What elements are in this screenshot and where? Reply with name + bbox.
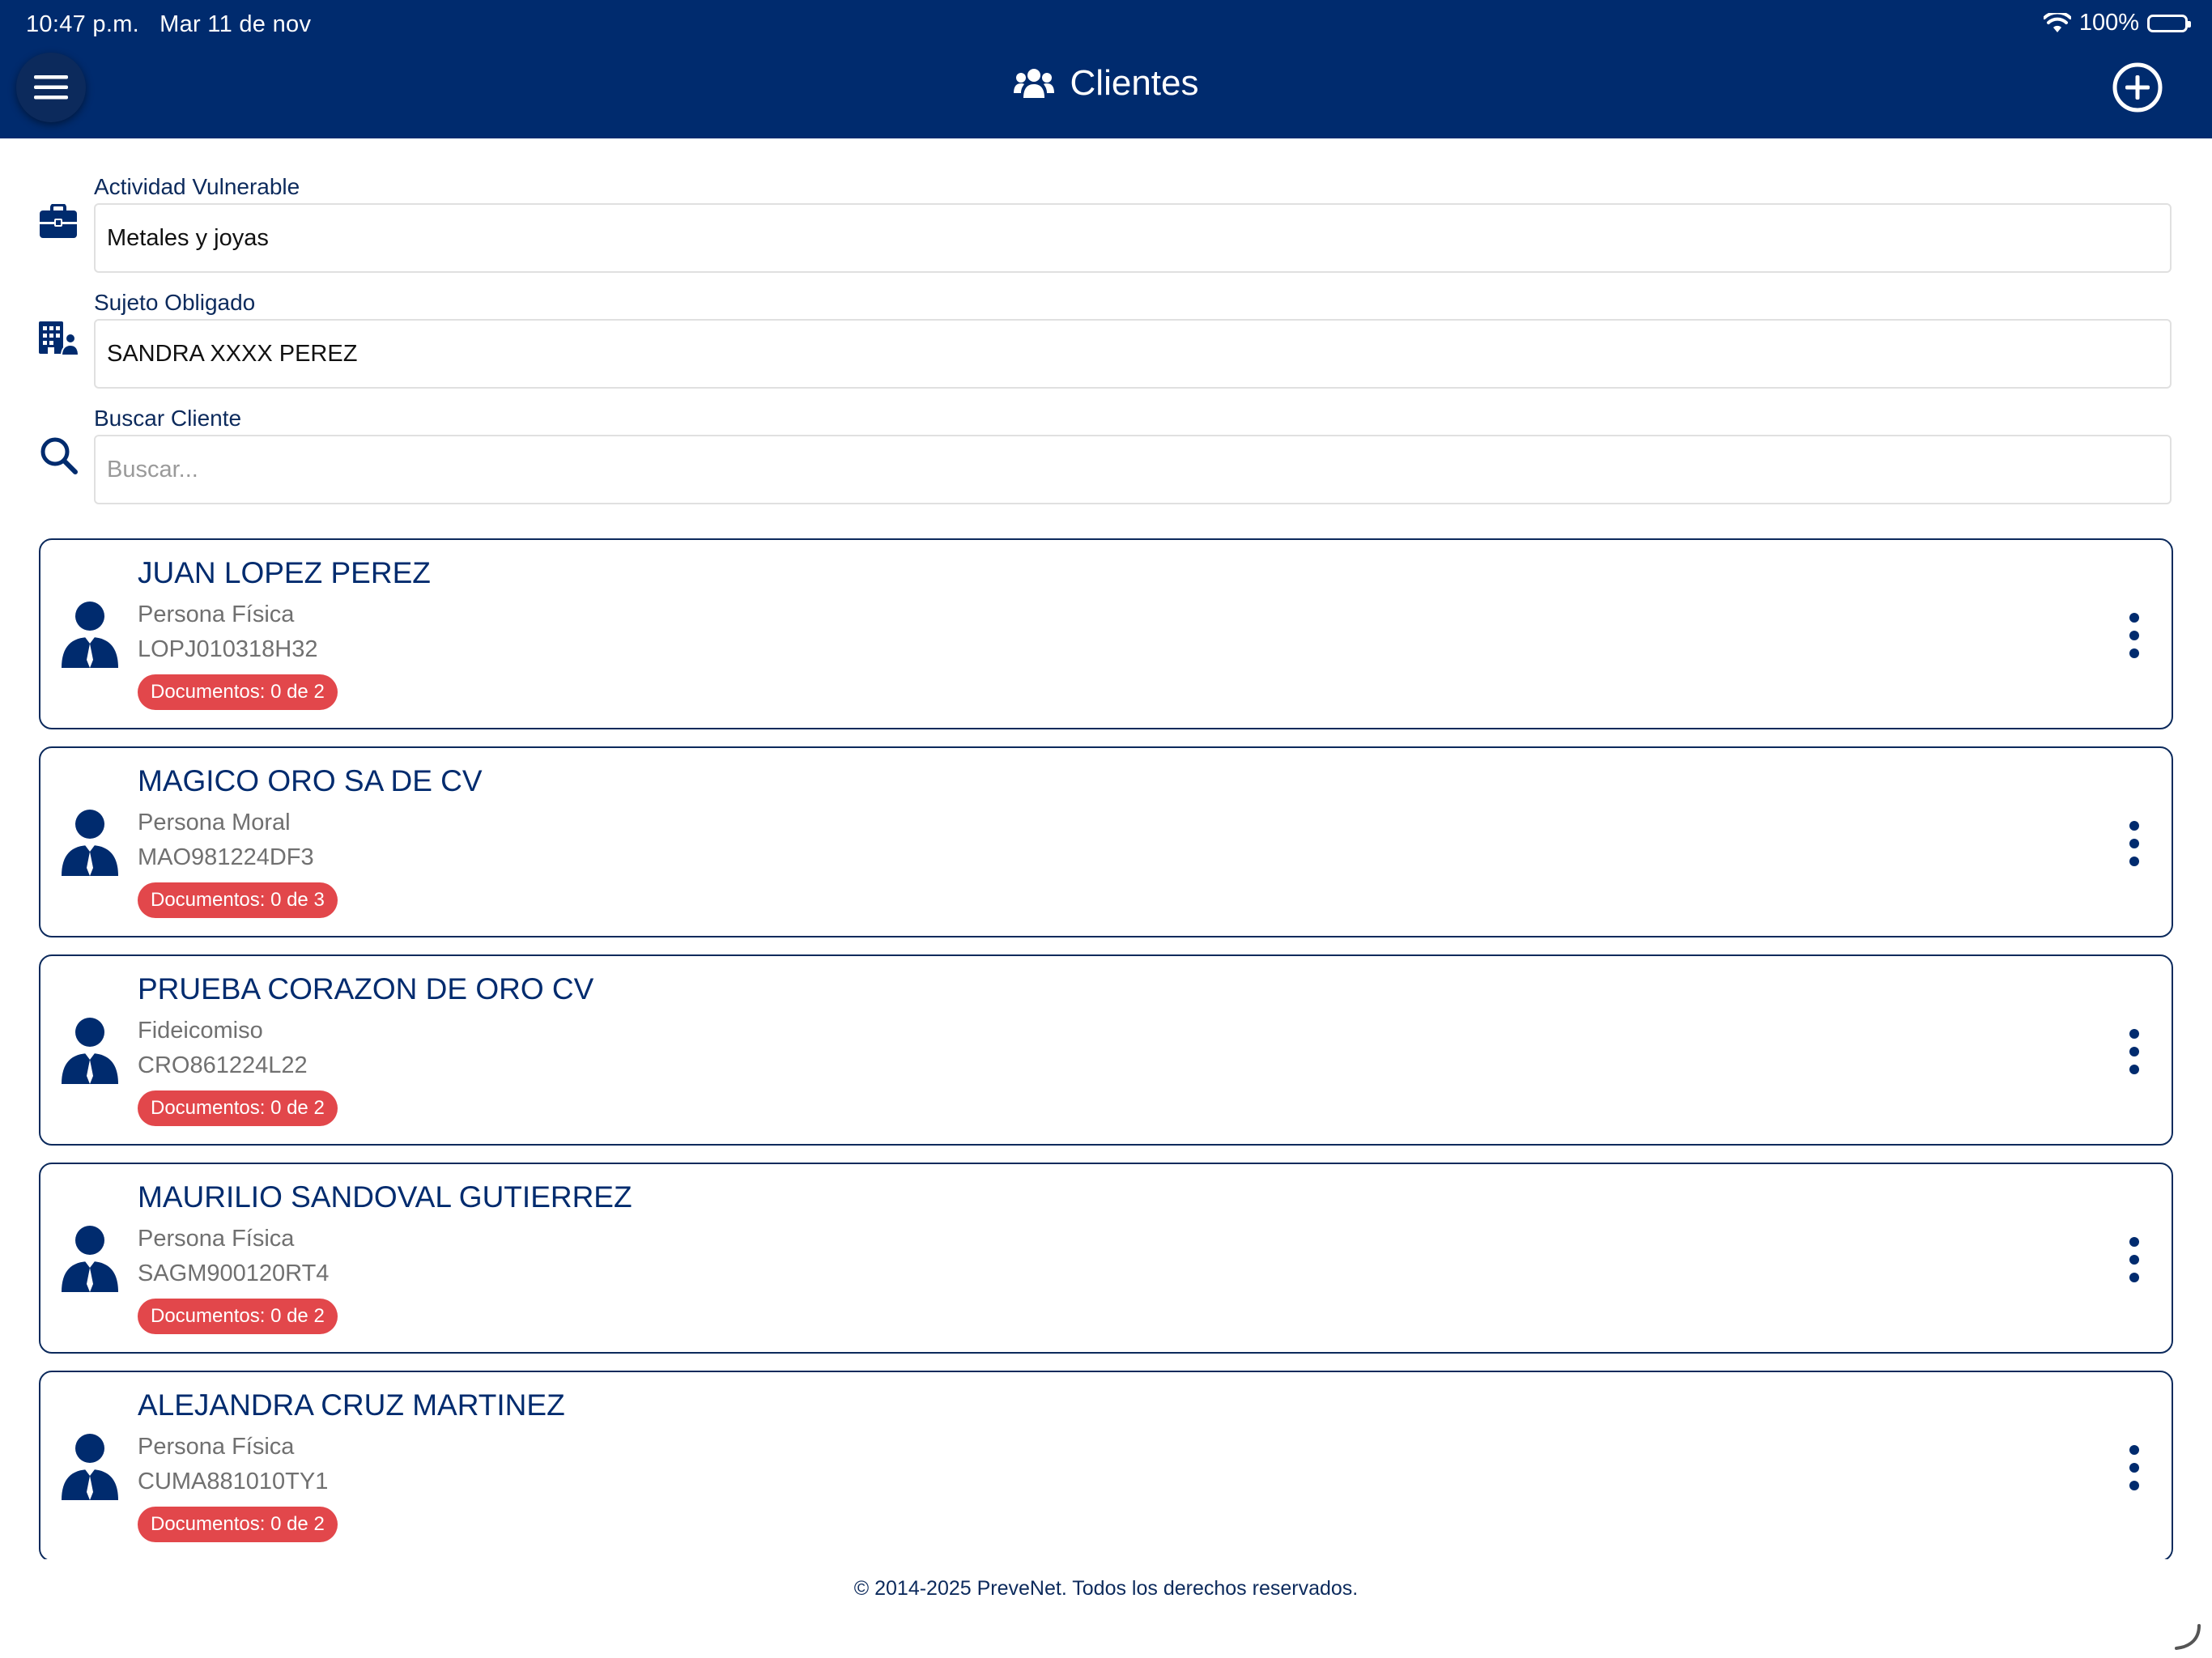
- client-rfc: CUMA881010TY1: [138, 1469, 329, 1494]
- business-person-icon: [62, 1226, 118, 1292]
- client-name: MAURILIO SANDOVAL GUTIERREZ: [138, 1180, 632, 1214]
- business-person-icon: [62, 602, 118, 668]
- client-card[interactable]: PRUEBA CORAZON DE ORO CV Fideicomiso CRO…: [39, 954, 2173, 1146]
- documents-badge: Documentos: 0 de 2: [138, 1507, 338, 1542]
- more-options-icon[interactable]: [2125, 1443, 2144, 1492]
- more-options-icon[interactable]: [2125, 1027, 2144, 1076]
- content-area: Actividad Vulnerable Sujeto Obligado Bus…: [0, 0, 2212, 1559]
- activity-field[interactable]: [94, 203, 2172, 273]
- client-rfc: CRO861224L22: [138, 1052, 308, 1078]
- client-card[interactable]: MAGICO ORO SA DE CV Persona Moral MAO981…: [39, 746, 2173, 937]
- activity-label: Actividad Vulnerable: [94, 174, 300, 199]
- subject-label: Sujeto Obligado: [94, 290, 256, 315]
- resize-grabber-icon: [2175, 1624, 2201, 1650]
- subject-field[interactable]: [94, 319, 2172, 389]
- client-type: Persona Física: [138, 602, 295, 627]
- client-card[interactable]: JUAN LOPEZ PEREZ Persona Física LOPJ0103…: [39, 538, 2173, 729]
- more-options-icon[interactable]: [2125, 611, 2144, 660]
- client-rfc: MAO981224DF3: [138, 844, 314, 870]
- business-person-icon: [62, 1434, 118, 1500]
- client-name: PRUEBA CORAZON DE ORO CV: [138, 972, 594, 1005]
- business-person-icon: [62, 1018, 118, 1084]
- client-name: ALEJANDRA CRUZ MARTINEZ: [138, 1388, 565, 1422]
- client-name: MAGICO ORO SA DE CV: [138, 764, 483, 797]
- client-rfc: LOPJ010318H32: [138, 636, 318, 662]
- documents-badge: Documentos: 0 de 2: [138, 1299, 338, 1334]
- client-type: Persona Física: [138, 1434, 295, 1460]
- business-person-icon: [62, 810, 118, 876]
- footer-copyright: © 2014-2025 PreveNet. Todos los derechos…: [853, 1577, 1359, 1600]
- client-type: Fideicomiso: [138, 1018, 263, 1044]
- documents-badge: Documentos: 0 de 2: [138, 1090, 338, 1126]
- client-name: JUAN LOPEZ PEREZ: [138, 556, 431, 589]
- client-type: Persona Moral: [138, 810, 291, 835]
- client-card[interactable]: ALEJANDRA CRUZ MARTINEZ Persona Física C…: [39, 1371, 2173, 1559]
- documents-badge: Documentos: 0 de 2: [138, 674, 338, 710]
- search-icon: [37, 434, 79, 476]
- documents-badge: Documentos: 0 de 3: [138, 882, 338, 918]
- search-input[interactable]: [94, 435, 2172, 504]
- building-user-icon: [37, 317, 79, 359]
- client-card[interactable]: MAURILIO SANDOVAL GUTIERREZ Persona Físi…: [39, 1163, 2173, 1354]
- more-options-icon[interactable]: [2125, 819, 2144, 868]
- client-type: Persona Física: [138, 1226, 295, 1252]
- briefcase-icon: [37, 201, 79, 243]
- client-rfc: SAGM900120RT4: [138, 1261, 330, 1286]
- more-options-icon[interactable]: [2125, 1235, 2144, 1284]
- search-label: Buscar Cliente: [94, 406, 242, 431]
